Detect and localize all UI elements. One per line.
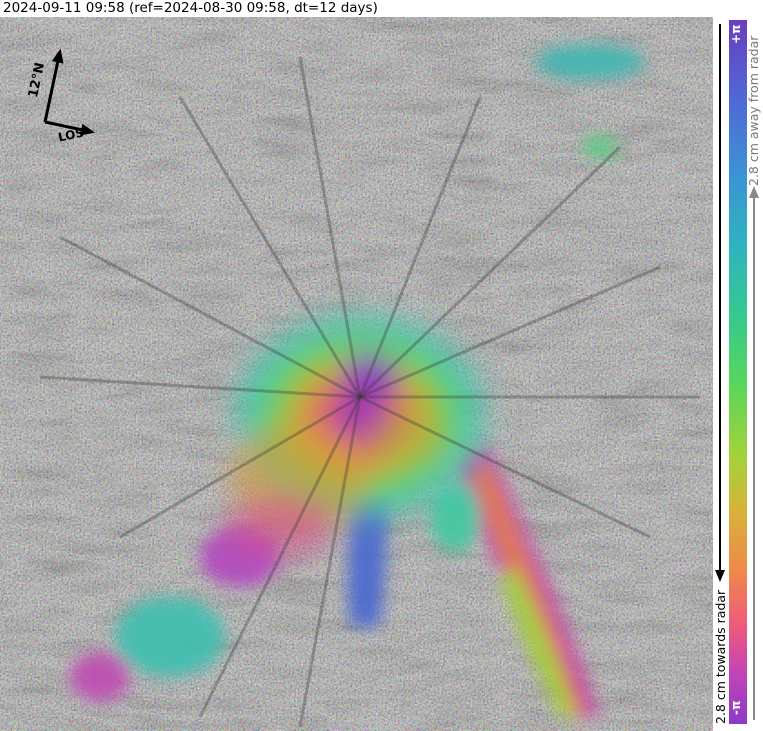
away-from-radar-label: 2.8 cm away from radar: [746, 35, 761, 186]
towards-radar-label: 2.8 cm towards radar: [713, 589, 728, 724]
towards-arrow-icon: [715, 24, 725, 582]
interferogram-svg: [0, 17, 713, 731]
image-title: 2024-09-11 09:58 (ref=2024-08-30 09:58, …: [3, 0, 378, 16]
away-arrow-icon: [749, 186, 759, 720]
interferogram-image: [0, 17, 713, 731]
colorbar-bottom-label: -π: [729, 700, 743, 716]
phase-colorbar: [729, 20, 747, 724]
colorbar-top-label: +π: [729, 24, 743, 44]
